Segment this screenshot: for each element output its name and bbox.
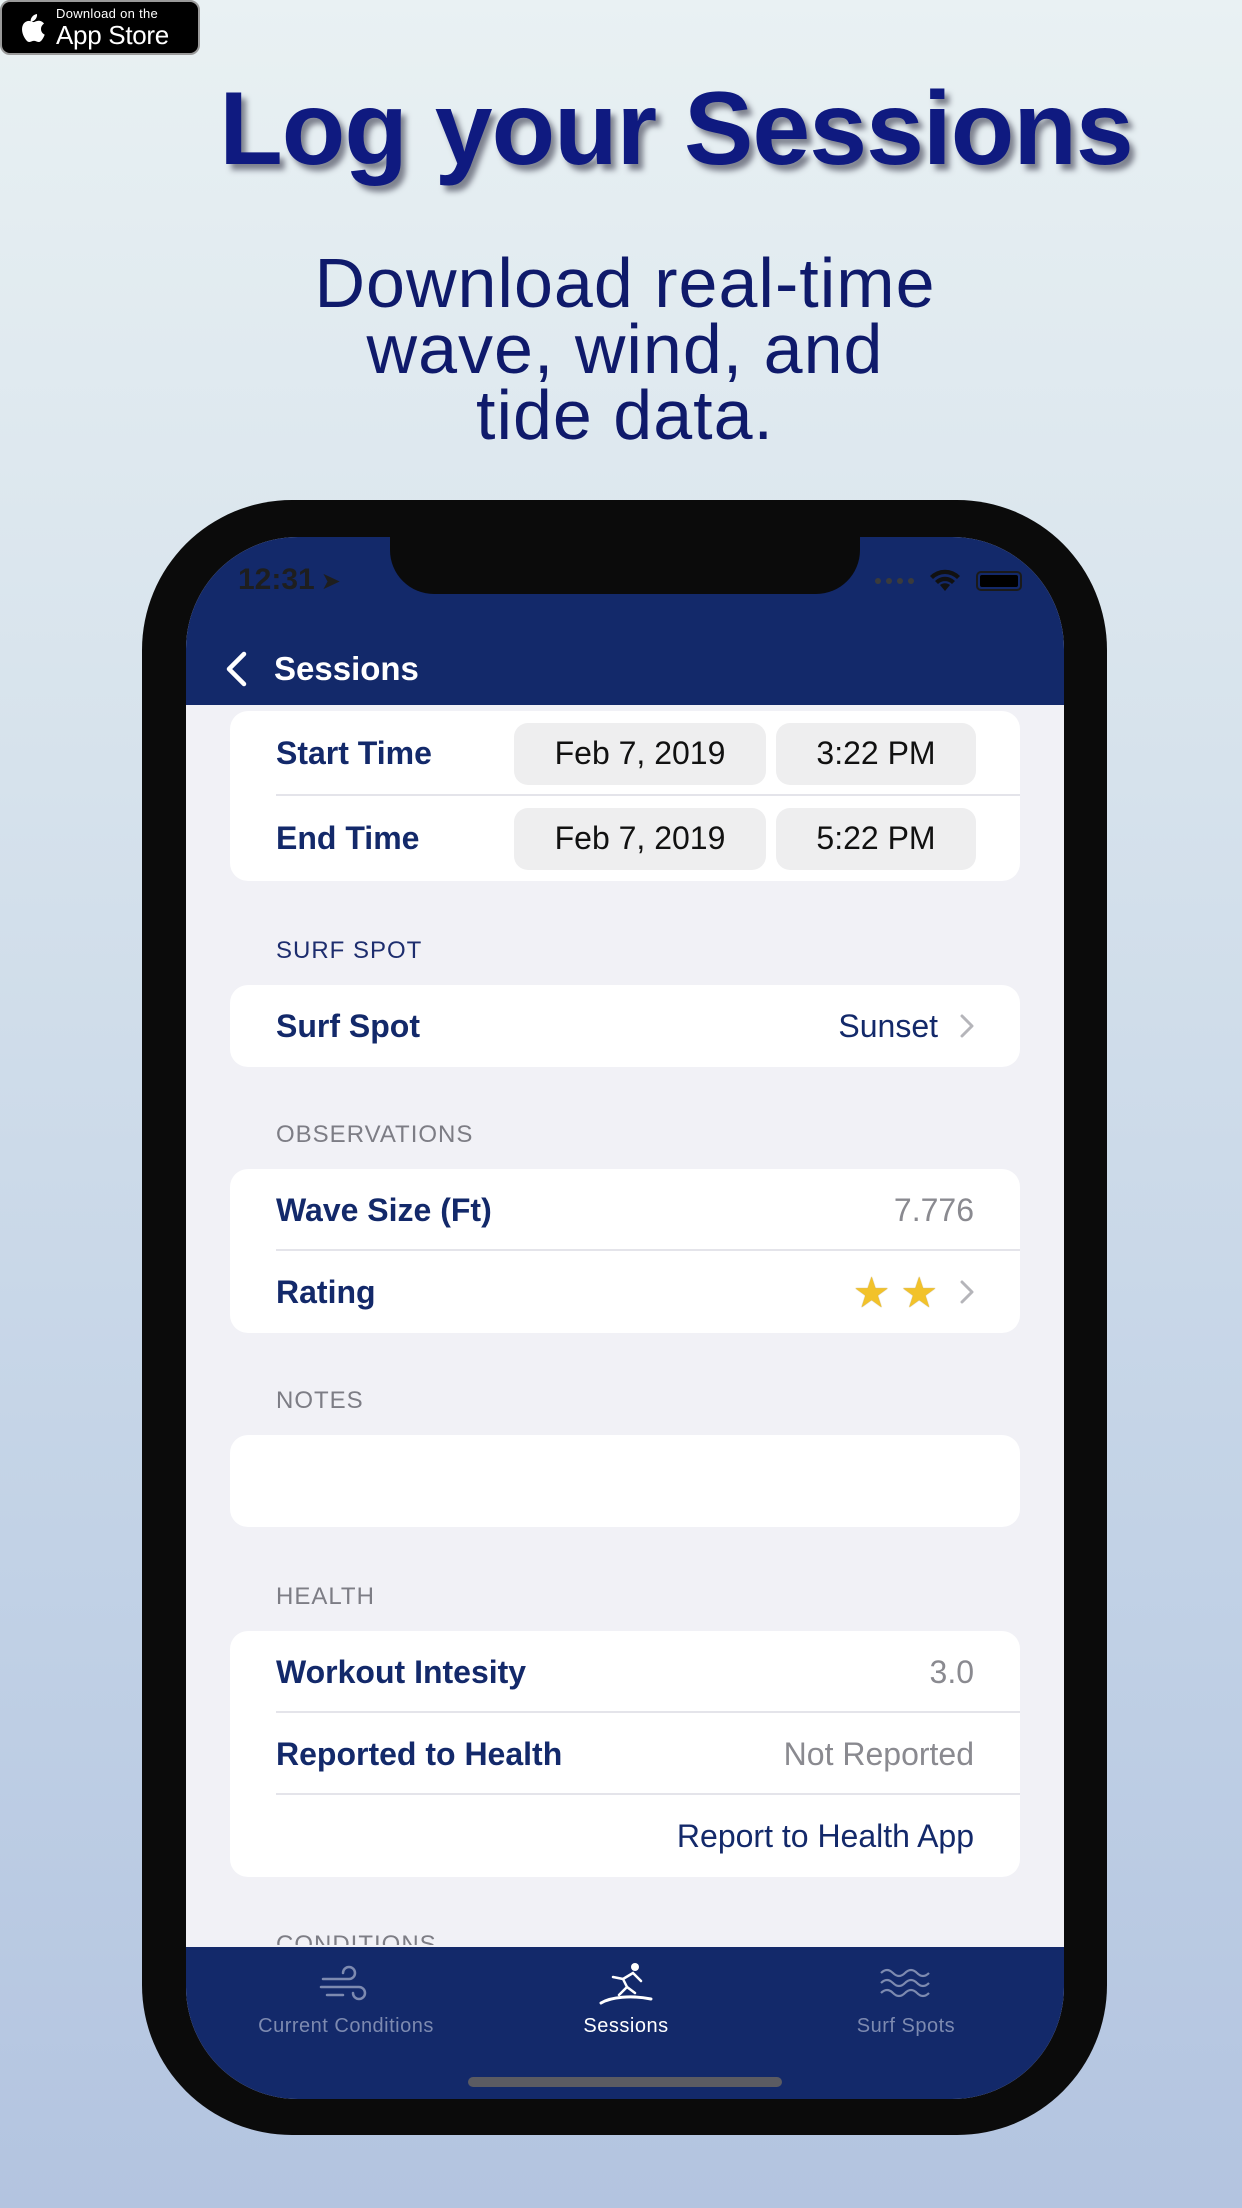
report-to-health-button[interactable]: Report to Health App [677, 1818, 974, 1855]
nav-bar: Sessions [186, 633, 1064, 705]
rating-label: Rating [276, 1273, 376, 1310]
wave-size-label: Wave Size (Ft) [276, 1191, 492, 1228]
tab-current-conditions-label: Current Conditions [258, 2015, 434, 2037]
session-form: Start Time Feb 7, 2019 3:22 PM End Time … [186, 705, 1064, 1945]
health-card: Workout Intesity 3.0 Reported to Health … [230, 1631, 1020, 1877]
start-date-picker[interactable]: Feb 7, 2019 [514, 722, 766, 785]
tab-surf-spots-label: Surf Spots [856, 2015, 956, 2037]
home-indicator[interactable] [468, 2077, 782, 2087]
workout-intensity-label: Workout Intesity [276, 1653, 527, 1690]
wave-size-row[interactable]: Wave Size (Ft) 7.776 [230, 1169, 1020, 1251]
surfer-icon [599, 1963, 653, 2005]
health-section-header: HEALTH [276, 1583, 375, 1610]
subhead-line-2: wave, wind, and [366, 310, 884, 388]
tab-sessions-label: Sessions [583, 2015, 669, 2037]
star-icon: ★ [852, 1268, 891, 1316]
surf-spot-section-header: SURF SPOT [276, 937, 423, 964]
star-icon: ★ [900, 1268, 938, 1316]
subhead-line-1: Download real-time [314, 244, 936, 322]
notes-section-header: NOTES [276, 1387, 364, 1414]
conditions-section-header: CONDITIONS [276, 1931, 437, 1945]
location-arrow-icon: ➤ [320, 568, 341, 595]
start-time-picker[interactable]: 3:22 PM [776, 722, 976, 785]
reported-to-health-label: Reported to Health [276, 1735, 563, 1772]
workout-intensity-value: 3.0 [929, 1653, 974, 1690]
time-card: Start Time Feb 7, 2019 3:22 PM End Time … [230, 711, 1020, 881]
subhead-line-3: tide data. [476, 376, 774, 454]
subhead: Download real-time wave, wind, and tide … [0, 244, 1242, 454]
rating-row[interactable]: Rating ★ ★ [230, 1251, 1020, 1333]
apple-logo-icon [22, 13, 45, 42]
notch [390, 537, 860, 594]
headline: Log your Sessions [219, 71, 1133, 187]
chevron-right-icon [960, 1014, 974, 1038]
surf-spot-value: Sunset [838, 1007, 938, 1044]
tab-current-conditions[interactable]: Current Conditions [216, 1961, 476, 2038]
end-time-row: End Time Feb 7, 2019 5:22 PM [230, 796, 1020, 881]
end-date-picker[interactable]: Feb 7, 2019 [514, 807, 766, 870]
surf-spot-card: Surf Spot Sunset [230, 985, 1020, 1067]
tab-sessions[interactable]: Sessions [496, 1961, 756, 2038]
wave-size-value: 7.776 [893, 1191, 974, 1228]
back-chevron-icon[interactable] [222, 651, 252, 687]
status-bar-right [875, 569, 1022, 593]
notes-field[interactable] [230, 1435, 1020, 1527]
badge-small-text: Download on the [56, 6, 159, 21]
app-store-badge[interactable]: Download on the App Store [0, 0, 200, 55]
end-time-label: End Time [276, 820, 420, 856]
badge-big-text: App Store [56, 20, 169, 50]
report-to-health-row: Report to Health App [230, 1795, 1020, 1877]
observations-card: Wave Size (Ft) 7.776 Rating ★ ★ [230, 1169, 1020, 1333]
status-time-text: 12:31 [238, 563, 315, 596]
start-time-label: Start Time [276, 735, 432, 771]
tab-surf-spots[interactable]: Surf Spots [776, 1961, 1036, 2038]
wind-icon [319, 1965, 367, 2001]
phone-frame: 12:31 ➤ Sessions Start Time Feb 7, 2019 … [142, 500, 1107, 2135]
observations-section-header: OBSERVATIONS [276, 1121, 474, 1148]
start-time-row: Start Time Feb 7, 2019 3:22 PM [230, 711, 1020, 796]
battery-icon [976, 571, 1022, 591]
chevron-right-icon [960, 1280, 974, 1304]
phone-screen: 12:31 ➤ Sessions Start Time Feb 7, 2019 … [186, 537, 1064, 2099]
workout-intensity-row[interactable]: Workout Intesity 3.0 [230, 1631, 1020, 1713]
surf-spot-label: Surf Spot [276, 1007, 420, 1044]
status-bar-time: 12:31 ➤ [238, 563, 341, 597]
end-time-picker[interactable]: 5:22 PM [776, 807, 976, 870]
signal-dots-icon [875, 578, 914, 584]
nav-title[interactable]: Sessions [274, 650, 419, 688]
reported-to-health-value: Not Reported [783, 1735, 974, 1772]
waves-icon [880, 1968, 930, 1998]
wifi-icon [930, 569, 960, 591]
reported-to-health-row: Reported to Health Not Reported [230, 1713, 1020, 1795]
tab-bar: Current Conditions Sessions Surf Spots [186, 1947, 1064, 2099]
surf-spot-row[interactable]: Surf Spot Sunset [230, 985, 1020, 1067]
